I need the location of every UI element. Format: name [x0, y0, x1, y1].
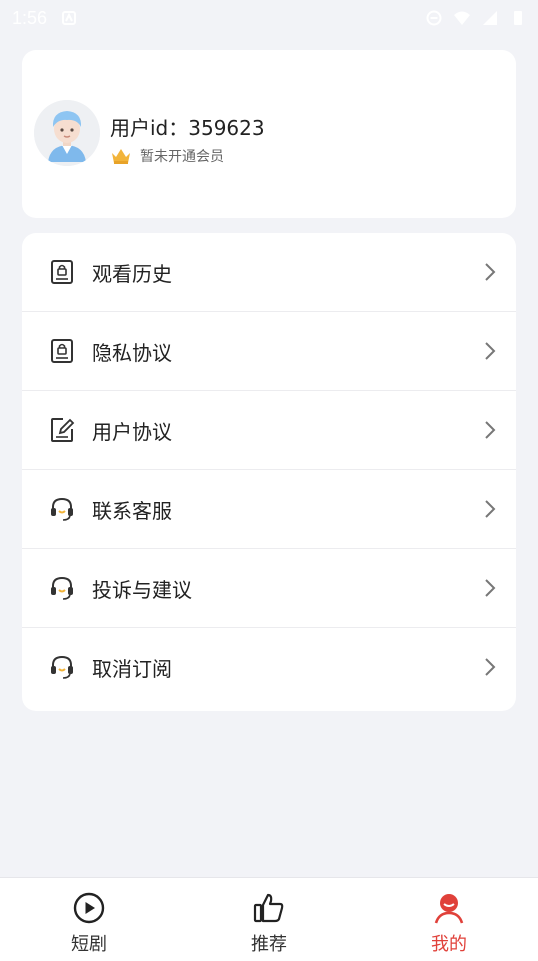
- menu-label: 投诉与建议: [92, 577, 192, 602]
- status-bar: 1:56: [0, 0, 538, 36]
- tab-label: 推荐: [251, 934, 287, 955]
- tab-mine[interactable]: 我的: [389, 878, 509, 961]
- vip-status-row: 暂未开通会员: [110, 146, 224, 166]
- notification-icon: [62, 11, 77, 25]
- menu-item-watch-history[interactable]: 观看历史: [22, 233, 516, 312]
- tab-label: 我的: [431, 934, 467, 955]
- menu-label: 联系客服: [92, 498, 172, 523]
- user-smile-icon: [434, 894, 464, 924]
- wifi-icon: [454, 11, 470, 25]
- menu-item-customer-service[interactable]: 联系客服: [22, 470, 516, 549]
- battery-icon: [514, 11, 522, 25]
- menu-item-privacy-policy[interactable]: 隐私协议: [22, 312, 516, 391]
- headset-icon: [51, 576, 73, 600]
- chevron-right-icon: [485, 579, 496, 597]
- avatar-user-icon: [34, 100, 100, 166]
- chevron-right-icon: [485, 342, 496, 360]
- headset-icon: [51, 655, 73, 679]
- crown-icon: [112, 149, 130, 164]
- menu-label: 用户协议: [92, 419, 172, 444]
- menu-label: 观看历史: [92, 261, 172, 286]
- avatar[interactable]: [34, 100, 100, 166]
- chevron-right-icon: [485, 421, 496, 439]
- headset-icon: [51, 497, 73, 521]
- chevron-right-icon: [485, 658, 496, 676]
- profile-card[interactable]: 用户id：359623 暂未开通会员: [22, 50, 516, 218]
- signal-icon: [483, 11, 497, 25]
- chevron-right-icon: [485, 500, 496, 518]
- menu-item-feedback[interactable]: 投诉与建议: [22, 549, 516, 628]
- menu-item-cancel-subscription[interactable]: 取消订阅: [22, 628, 516, 707]
- tab-label: 短剧: [71, 934, 107, 955]
- edit-document-icon: [51, 418, 75, 442]
- dnd-icon: [426, 10, 442, 26]
- bottom-tab-bar: 短剧 推荐 我的: [0, 877, 538, 961]
- menu-label: 隐私协议: [92, 340, 172, 365]
- menu-card: 观看历史 隐私协议 用户协议 联系客服 投诉与建议 取消订阅: [22, 233, 516, 711]
- thumbs-up-icon: [253, 893, 284, 923]
- chevron-right-icon: [485, 263, 496, 281]
- document-lock-icon: [51, 339, 73, 363]
- tab-short-drama[interactable]: 短剧: [29, 878, 149, 961]
- user-id-label: 用户id：359623: [110, 116, 265, 140]
- tab-recommend[interactable]: 推荐: [209, 878, 329, 961]
- status-time: 1:56: [12, 7, 48, 28]
- menu-item-user-agreement[interactable]: 用户协议: [22, 391, 516, 470]
- play-circle-icon: [73, 892, 105, 924]
- document-lock-icon: [51, 260, 73, 284]
- vip-status-text: 暂未开通会员: [140, 149, 224, 165]
- menu-label: 取消订阅: [92, 657, 172, 681]
